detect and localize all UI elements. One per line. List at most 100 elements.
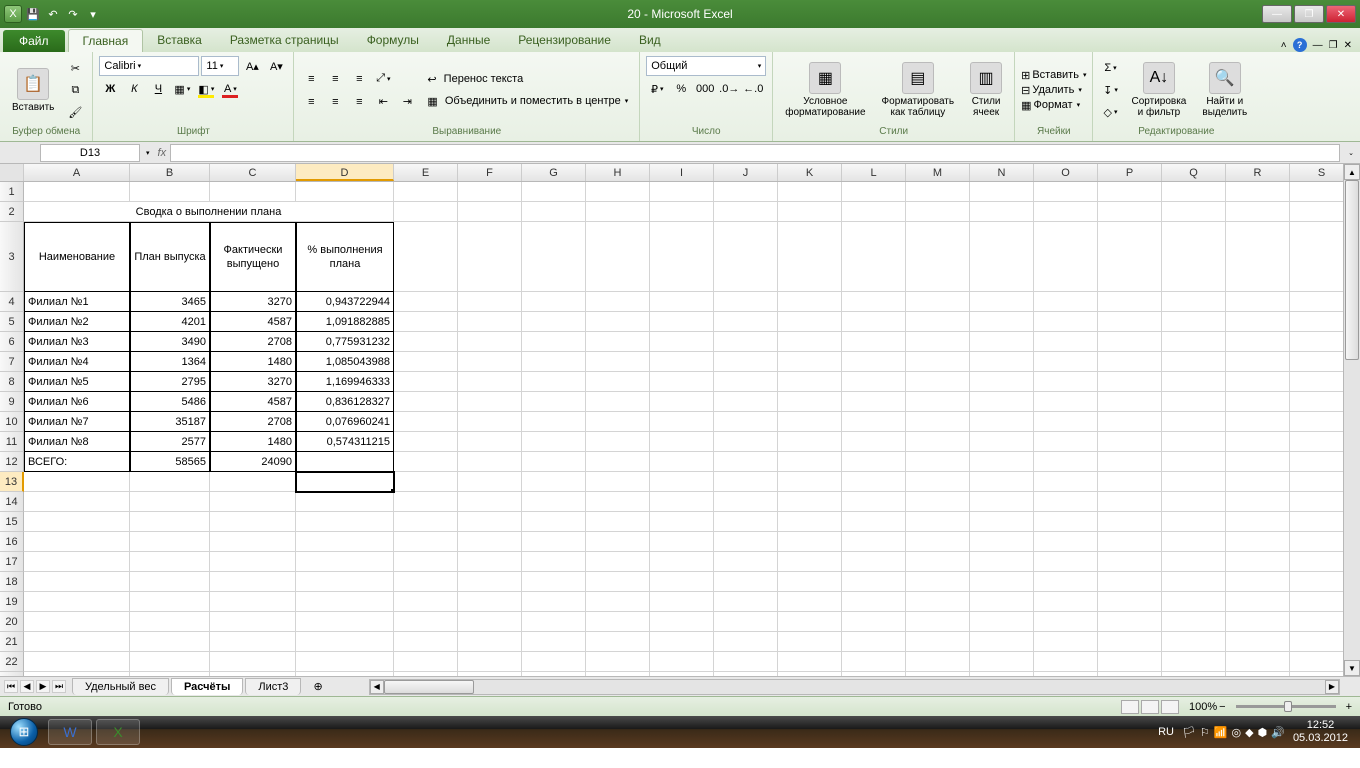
cell-K2[interactable] xyxy=(778,202,842,222)
cell-J3[interactable] xyxy=(714,222,778,292)
cell-B20[interactable] xyxy=(130,612,210,632)
row-header-6[interactable]: 6 xyxy=(0,332,24,352)
cell-J8[interactable] xyxy=(714,372,778,392)
cell-K6[interactable] xyxy=(778,332,842,352)
cell-B23[interactable] xyxy=(130,672,210,676)
cell-J12[interactable] xyxy=(714,452,778,472)
cell-C21[interactable] xyxy=(210,632,296,652)
cell-M18[interactable] xyxy=(906,572,970,592)
cell-N17[interactable] xyxy=(970,552,1034,572)
cell-O7[interactable] xyxy=(1034,352,1098,372)
cell-P6[interactable] xyxy=(1098,332,1162,352)
cell-Q15[interactable] xyxy=(1162,512,1226,532)
cell-Q7[interactable] xyxy=(1162,352,1226,372)
cell-O12[interactable] xyxy=(1034,452,1098,472)
cell-B15[interactable] xyxy=(130,512,210,532)
cell-K10[interactable] xyxy=(778,412,842,432)
cell-K7[interactable] xyxy=(778,352,842,372)
cell-R1[interactable] xyxy=(1226,182,1290,202)
cell-Q11[interactable] xyxy=(1162,432,1226,452)
cell-L8[interactable] xyxy=(842,372,906,392)
help-icon[interactable]: ? xyxy=(1293,38,1307,52)
scroll-right-icon[interactable]: ▶ xyxy=(1325,680,1339,694)
cell-F20[interactable] xyxy=(458,612,522,632)
paste-button[interactable]: 📋 Вставить xyxy=(6,66,60,115)
cell-O18[interactable] xyxy=(1034,572,1098,592)
cell-H9[interactable] xyxy=(586,392,650,412)
cell-R2[interactable] xyxy=(1226,202,1290,222)
cell-D6[interactable]: 0,775931232 xyxy=(296,332,394,352)
merge-center-button[interactable]: ▦ Объединить и поместить в центре▾ xyxy=(422,92,633,111)
cell-F21[interactable] xyxy=(458,632,522,652)
cell-P17[interactable] xyxy=(1098,552,1162,572)
wrap-text-button[interactable]: ↩ Перенос текста xyxy=(422,70,633,89)
cell-G14[interactable] xyxy=(522,492,586,512)
cell-B1[interactable] xyxy=(130,182,210,202)
col-header-H[interactable]: H xyxy=(586,164,650,181)
cell-O2[interactable] xyxy=(1034,202,1098,222)
cell-R12[interactable] xyxy=(1226,452,1290,472)
cell-B5[interactable]: 4201 xyxy=(130,312,210,332)
undo-icon[interactable]: ↶ xyxy=(44,5,62,23)
new-sheet-icon[interactable]: ⊕ xyxy=(307,680,328,693)
cell-I8[interactable] xyxy=(650,372,714,392)
col-header-P[interactable]: P xyxy=(1098,164,1162,181)
cell-G10[interactable] xyxy=(522,412,586,432)
tray-network-icon[interactable]: 📶 xyxy=(1214,726,1228,739)
cell-J13[interactable] xyxy=(714,472,778,492)
cell-F14[interactable] xyxy=(458,492,522,512)
row-header-19[interactable]: 19 xyxy=(0,592,24,612)
tray-app-icon[interactable]: ◎ xyxy=(1232,726,1242,739)
cell-L14[interactable] xyxy=(842,492,906,512)
shrink-font-icon[interactable]: A▾ xyxy=(265,56,287,76)
cell-A8[interactable]: Филиал №5 xyxy=(24,372,130,392)
cell-M22[interactable] xyxy=(906,652,970,672)
cell-D13[interactable] xyxy=(296,472,394,492)
align-bottom-icon[interactable]: ≡ xyxy=(348,69,370,89)
cell-L16[interactable] xyxy=(842,532,906,552)
cell-E12[interactable] xyxy=(394,452,458,472)
cell-G18[interactable] xyxy=(522,572,586,592)
cell-C3[interactable]: Фактически выпущено xyxy=(210,222,296,292)
row-header-22[interactable]: 22 xyxy=(0,652,24,672)
cell-G21[interactable] xyxy=(522,632,586,652)
cell-G20[interactable] xyxy=(522,612,586,632)
cell-N18[interactable] xyxy=(970,572,1034,592)
cell-O5[interactable] xyxy=(1034,312,1098,332)
sort-filter-button[interactable]: A↓Сортировка и фильтр xyxy=(1125,60,1192,120)
scroll-thumb[interactable] xyxy=(1345,180,1359,360)
row-header-1[interactable]: 1 xyxy=(0,182,24,202)
align-left-icon[interactable]: ≡ xyxy=(300,92,322,112)
cell-J19[interactable] xyxy=(714,592,778,612)
vertical-scrollbar[interactable]: ▲ ▼ xyxy=(1343,164,1360,676)
cell-Q4[interactable] xyxy=(1162,292,1226,312)
col-header-B[interactable]: B xyxy=(130,164,210,181)
formula-expand-icon[interactable]: ⌄ xyxy=(1342,149,1360,157)
cell-B16[interactable] xyxy=(130,532,210,552)
cell-F7[interactable] xyxy=(458,352,522,372)
cell-I9[interactable] xyxy=(650,392,714,412)
cell-C11[interactable]: 1480 xyxy=(210,432,296,452)
cell-I10[interactable] xyxy=(650,412,714,432)
cell-C10[interactable]: 2708 xyxy=(210,412,296,432)
cell-Q8[interactable] xyxy=(1162,372,1226,392)
cell-G7[interactable] xyxy=(522,352,586,372)
ribbon-tab-2[interactable]: Разметка страницы xyxy=(216,29,353,52)
cell-I19[interactable] xyxy=(650,592,714,612)
comma-icon[interactable]: 000 xyxy=(694,79,716,99)
cell-R16[interactable] xyxy=(1226,532,1290,552)
border-icon[interactable]: ▦▾ xyxy=(171,79,193,99)
row-header-7[interactable]: 7 xyxy=(0,352,24,372)
cell-P5[interactable] xyxy=(1098,312,1162,332)
col-header-L[interactable]: L xyxy=(842,164,906,181)
cell-I11[interactable] xyxy=(650,432,714,452)
cell-A3[interactable]: Наименование xyxy=(24,222,130,292)
cell-R14[interactable] xyxy=(1226,492,1290,512)
cell-G16[interactable] xyxy=(522,532,586,552)
cell-B8[interactable]: 2795 xyxy=(130,372,210,392)
scroll-down-icon[interactable]: ▼ xyxy=(1344,660,1360,676)
cell-C20[interactable] xyxy=(210,612,296,632)
save-icon[interactable]: 💾 xyxy=(24,5,42,23)
cell-H22[interactable] xyxy=(586,652,650,672)
cell-N20[interactable] xyxy=(970,612,1034,632)
